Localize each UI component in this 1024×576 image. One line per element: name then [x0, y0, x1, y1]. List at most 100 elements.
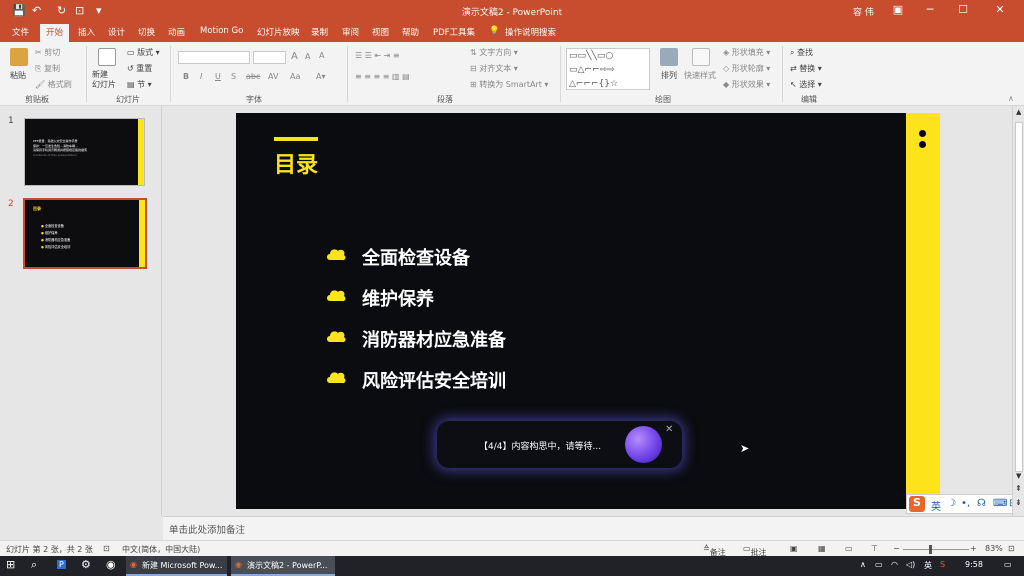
underline-button[interactable]: U: [215, 72, 221, 81]
section-button[interactable]: ▤ 节 ▾: [127, 79, 152, 90]
strikethrough-button[interactable]: abc: [246, 72, 260, 81]
text-direction-button[interactable]: ⇅ 文字方向 ▾: [470, 47, 518, 58]
comments-toggle[interactable]: ▭ 批注: [743, 544, 767, 557]
slideshow-view-icon[interactable]: ⊤: [871, 544, 878, 553]
close-icon[interactable]: ✕: [665, 424, 673, 435]
sogou-icon[interactable]: S: [909, 496, 925, 512]
tab-animations[interactable]: 动画: [168, 26, 185, 38]
taskbar-ime-lang[interactable]: 英: [924, 560, 932, 571]
shapes-gallery[interactable]: ▭▭╲╲▭○ ▭△⌐⌐⇨⇨ △⌐⌐⌐{}☆: [566, 48, 650, 90]
copy-button[interactable]: ⎘ 复制: [35, 63, 60, 74]
slide-sorter-icon[interactable]: ▦: [818, 544, 826, 553]
ime-toolbar[interactable]: S 英 ☽ •, ☊ ⌨ ⊞: [906, 494, 1024, 514]
minimize-icon[interactable]: ─: [915, 3, 945, 16]
tab-insert[interactable]: 插入: [78, 26, 95, 38]
slide-thumbnail-2[interactable]: 目录 ● 全面检查设备 ● 维护保养 ● 消防器材应急准备 ● 风险评估安全培训: [23, 198, 147, 269]
zoom-in-icon[interactable]: +: [970, 544, 977, 553]
shape-outline-button[interactable]: ◇ 形状轮廓 ▾: [723, 63, 770, 74]
tab-motion-go[interactable]: Motion Go: [200, 26, 243, 36]
agenda-item-3[interactable]: 消防器材应急准备: [362, 326, 506, 352]
reading-view-icon[interactable]: ▭: [845, 544, 853, 553]
settings-icon[interactable]: ⚙: [81, 558, 91, 571]
cut-button[interactable]: ✂ 剪切: [35, 47, 60, 58]
wifi-icon[interactable]: ◠: [891, 560, 898, 569]
next-slide-icon[interactable]: ⇟: [1015, 498, 1022, 507]
zoom-level[interactable]: 83%: [985, 544, 1003, 553]
quick-styles-button[interactable]: 快速样式: [684, 70, 716, 81]
shape-fill-button[interactable]: ◈ 形状填充 ▾: [723, 47, 770, 58]
notification-icon[interactable]: ▭: [1004, 560, 1012, 569]
scroll-down-icon[interactable]: ▼: [1016, 472, 1021, 480]
reset-button[interactable]: ↺ 重置: [127, 63, 152, 74]
tab-view[interactable]: 视图: [372, 26, 389, 38]
shape-effects-button[interactable]: ◆ 形状效果 ▾: [723, 79, 770, 90]
keyboard-icon[interactable]: ⌨: [993, 498, 1007, 509]
ribbon-display-icon[interactable]: ▣: [883, 3, 913, 16]
network-icon[interactable]: ▭: [875, 560, 883, 569]
align-text-button[interactable]: ⊟ 对齐文本 ▾: [470, 63, 518, 74]
close-icon[interactable]: ✕: [985, 3, 1015, 16]
tab-record[interactable]: 录制: [311, 26, 328, 38]
user-name[interactable]: 容 伟: [853, 5, 874, 18]
punctuation-icon[interactable]: •,: [961, 498, 970, 509]
char-spacing-icon[interactable]: AV: [268, 72, 278, 81]
zoom-slider-thumb[interactable]: [929, 545, 932, 554]
notes-toggle[interactable]: ≙ 备注: [703, 544, 726, 557]
taskbar-app-1[interactable]: ◉ 新建 Microsoft Pow...: [126, 556, 227, 576]
tab-pdf-tools[interactable]: PDF工具集: [433, 26, 475, 38]
find-button[interactable]: ⌕ 查找: [790, 47, 813, 58]
font-color-icon[interactable]: A▾: [316, 72, 326, 81]
select-button[interactable]: ↖ 选择 ▾: [790, 79, 822, 90]
chrome-icon[interactable]: ◉: [106, 558, 116, 571]
change-case-icon[interactable]: Aa: [290, 72, 300, 81]
new-slide-icon[interactable]: [98, 48, 116, 66]
scroll-up-icon[interactable]: ▲: [1016, 108, 1021, 116]
prev-slide-icon[interactable]: ⇞: [1015, 484, 1022, 493]
zoom-slider[interactable]: [903, 549, 969, 550]
layout-button[interactable]: ▭ 版式 ▾: [127, 47, 160, 58]
moon-icon[interactable]: ☽: [947, 498, 956, 509]
italic-button[interactable]: I: [200, 72, 202, 81]
font-name-combo[interactable]: [178, 51, 250, 64]
replace-button[interactable]: ⇄ 替换 ▾: [790, 63, 822, 74]
agenda-item-2[interactable]: 维护保养: [362, 285, 434, 311]
sogou-tray-icon[interactable]: S: [940, 560, 945, 569]
notes-pane[interactable]: 单击此处添加备注: [163, 516, 1024, 540]
spellcheck-icon[interactable]: ⊡: [103, 544, 110, 553]
slide-title[interactable]: 目录: [274, 147, 318, 179]
paste-icon[interactable]: [10, 48, 28, 66]
vertical-scrollbar[interactable]: ▲ ▼ ⇞ ⇟: [1012, 106, 1024, 516]
shadow-button[interactable]: S: [231, 72, 236, 81]
quick-styles-icon[interactable]: [692, 48, 710, 66]
new-slide-button[interactable]: 新建 幻灯片: [92, 70, 116, 90]
clear-format-button[interactable]: A: [319, 51, 324, 60]
maximize-icon[interactable]: ☐: [948, 3, 978, 16]
paste-button[interactable]: 粘贴: [10, 70, 26, 81]
scrollbar-thumb[interactable]: [1015, 122, 1023, 472]
headset-icon[interactable]: ☊: [977, 498, 986, 509]
normal-view-icon[interactable]: ▣: [790, 544, 798, 553]
slide-thumbnail-1[interactable]: PPT能量：基础火灾安全操作手册 保护：一旦发生危险…消防车辆… 请保持手机通讯…: [24, 118, 145, 186]
arrange-button[interactable]: 排列: [661, 70, 677, 81]
volume-icon[interactable]: ◁): [906, 560, 915, 569]
font-size-combo[interactable]: [253, 51, 286, 64]
tell-me-search[interactable]: 操作说明搜索: [505, 26, 556, 38]
grow-font-button[interactable]: A: [291, 51, 298, 62]
align-icons[interactable]: ≡ ≡ ≡ ≡ ▥ ▤: [355, 72, 410, 81]
shrink-font-button[interactable]: A: [305, 52, 310, 61]
smartart-button[interactable]: ⊞ 转换为 SmartArt ▾: [470, 79, 548, 90]
tab-review[interactable]: 审阅: [342, 26, 359, 38]
agenda-item-4[interactable]: 风险评估安全培训: [362, 367, 506, 393]
fit-slide-icon[interactable]: ⊡: [1008, 544, 1015, 553]
tab-transitions[interactable]: 切换: [138, 26, 155, 38]
taskbar-app-2[interactable]: ◉ 演示文稿2 - PowerP...: [231, 556, 335, 576]
chevron-up-icon[interactable]: ∧: [860, 560, 866, 569]
collapse-ribbon-icon[interactable]: ∧: [1008, 94, 1014, 103]
search-icon[interactable]: ⌕: [31, 558, 37, 572]
arrange-icon[interactable]: [660, 48, 678, 66]
notes-placeholder[interactable]: 单击此处添加备注: [169, 522, 245, 536]
tab-design[interactable]: 设计: [108, 26, 125, 38]
tab-file[interactable]: 文件: [12, 26, 29, 38]
bullets-icon[interactable]: ☰ ☰ ⇤ ⇥ ≡: [355, 51, 400, 60]
tab-help[interactable]: 帮助: [402, 26, 419, 38]
